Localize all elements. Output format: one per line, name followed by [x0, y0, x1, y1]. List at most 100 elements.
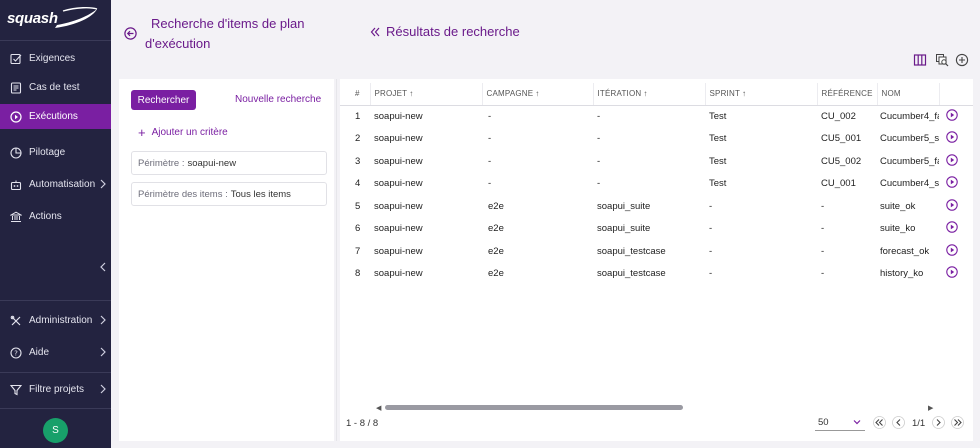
row-action-cell	[939, 263, 973, 286]
play-execution-icon[interactable]	[946, 199, 958, 211]
sidebar: squash Exigences Cas de test Exécutions …	[0, 0, 111, 448]
col-header-campagne[interactable]: CAMPAGNE ↑	[482, 83, 594, 106]
table-row[interactable]: 8 soapui-new e2e soapui_testcase - - history_k…	[340, 263, 973, 286]
sidebar-item-label: Aide	[29, 347, 50, 358]
row-action-cell	[939, 195, 973, 218]
table-cell: soapui_suite	[597, 200, 651, 212]
table-cell: Test	[709, 111, 727, 122]
scroll-right-icon[interactable]: ▶	[928, 404, 933, 412]
criterion-perimetre-items[interactable]: Périmètre des items : Tous les items	[131, 182, 327, 206]
table-cell: Cucumber5_fail	[880, 155, 939, 167]
sidebar-item-pilotage[interactable]: Pilotage	[0, 140, 111, 165]
col-header-label: ITÉRATION	[597, 89, 642, 99]
col-header-reference[interactable]: RÉFÉRENCE	[817, 83, 878, 106]
table-cell: history_ko	[880, 268, 924, 280]
sort-arrow-icon: ↑	[643, 89, 648, 99]
table-cell: -	[488, 178, 492, 190]
search-button[interactable]: Rechercher	[131, 90, 196, 110]
table-cell: soapui_suite	[597, 223, 651, 235]
table-cell: soapui-new	[374, 111, 423, 122]
play-execution-icon[interactable]	[946, 131, 958, 143]
play-circle-icon	[10, 110, 22, 123]
play-execution-icon[interactable]	[946, 244, 958, 256]
next-page-icon[interactable]	[932, 416, 945, 429]
sidebar-item-automatisation[interactable]: Automatisation	[0, 172, 111, 197]
sidebar-item-administration[interactable]: Administration	[0, 308, 111, 333]
col-header-label: PROJET	[374, 89, 408, 99]
new-search-link[interactable]: Nouvelle recherche	[235, 94, 321, 105]
table-row[interactable]: 2 soapui-new - - Test CU5_001 Cucumber5_succ	[340, 128, 973, 151]
table-cell: -	[488, 155, 492, 167]
scroll-left-icon[interactable]: ◀	[376, 404, 381, 412]
table-row[interactable]: 6 soapui-new e2e soapui_suite - - suite_ko	[340, 218, 973, 241]
sidebar-item-exigences[interactable]: Exigences	[0, 46, 111, 71]
double-chevron-left-icon[interactable]	[370, 27, 380, 37]
play-execution-icon[interactable]	[946, 266, 958, 278]
sidebar-divider	[0, 408, 111, 409]
table-cell: -	[597, 178, 601, 190]
table-cell: CU5_001	[821, 133, 862, 145]
add-criterion-link[interactable]: + Ajouter un critère	[138, 124, 228, 140]
page-title-line2: d'exécution	[145, 36, 211, 51]
table-row[interactable]: 5 soapui-new e2e soapui_suite - - suite_ok	[340, 195, 973, 218]
sidebar-item-executions[interactable]: Exécutions	[0, 104, 111, 129]
sidebar-item-cas-de-test[interactable]: Cas de test	[0, 75, 111, 100]
play-execution-icon[interactable]	[946, 176, 958, 188]
col-header-label: CAMPAGNE	[486, 89, 534, 99]
table-cell: 8	[355, 268, 361, 280]
criterion-value: Tous les items	[230, 188, 291, 200]
play-execution-icon[interactable]	[946, 109, 958, 121]
table-cell: Cucumber4_succ	[880, 178, 939, 190]
logo-text: squash	[7, 10, 58, 27]
sidebar-item-actions[interactable]: Actions	[0, 204, 111, 229]
criterion-perimetre[interactable]: Périmètre : soapui-new	[131, 151, 327, 175]
col-header-label: NOM	[881, 89, 901, 99]
squash-logo[interactable]: squash	[7, 5, 103, 35]
table-row[interactable]: 3 soapui-new - - Test CU5_002 Cucumber5_fail	[340, 150, 973, 173]
table-cell: soapui-new	[374, 133, 423, 145]
prev-page-icon[interactable]	[892, 416, 905, 429]
criterion-value: soapui-new	[187, 157, 237, 169]
page-title-line1: Recherche d'items de plan	[151, 16, 305, 31]
table-row[interactable]: 4 soapui-new - - Test CU_001 Cucumber4_succ	[340, 173, 973, 196]
back-arrow-icon[interactable]	[124, 27, 137, 40]
table-cell: -	[821, 223, 825, 235]
plus-icon: +	[138, 124, 146, 140]
col-header-iteration[interactable]: ITÉRATION ↑	[593, 83, 706, 106]
user-avatar[interactable]: S	[43, 418, 68, 443]
row-action-cell	[939, 173, 973, 196]
last-page-icon[interactable]	[951, 416, 964, 429]
first-page-icon[interactable]	[873, 416, 886, 429]
table-cell: Test	[709, 155, 727, 167]
table-cell: e2e	[488, 268, 504, 280]
play-execution-icon[interactable]	[946, 221, 958, 233]
sidebar-item-label: Pilotage	[29, 147, 66, 158]
col-header-sprint[interactable]: SPRINT ↑	[705, 83, 818, 106]
search-copy-icon[interactable]	[935, 53, 949, 67]
sidebar-item-aide[interactable]: ? Aide	[0, 340, 111, 365]
table-cell: 6	[355, 223, 361, 235]
table-cell: soapui-new	[374, 178, 423, 190]
results-count: 1 - 8 / 8	[346, 418, 379, 429]
table-cell: CU_001	[821, 178, 856, 190]
col-header-actions	[939, 83, 973, 106]
sidebar-item-filtre-projets[interactable]: Filtre projets	[0, 377, 111, 402]
table-cell: -	[709, 245, 713, 257]
play-execution-icon[interactable]	[946, 154, 958, 166]
page-size-select[interactable]: 50	[815, 415, 865, 431]
table-cell: Cucumber4_fail	[880, 111, 939, 122]
horizontal-scrollbar-thumb[interactable]	[385, 405, 683, 410]
columns-icon[interactable]	[913, 53, 927, 67]
table-row[interactable]: 7 soapui-new e2e soapui_testcase - - forecast_…	[340, 240, 973, 263]
table-header-row: # PROJET ↑ CAMPAGNE ↑ ITÉRATION ↑ SPRINT ↑ R…	[340, 83, 973, 106]
col-header-label: SPRINT	[709, 89, 741, 99]
col-header-nom[interactable]: NOM	[877, 83, 940, 106]
sidebar-divider	[0, 300, 111, 301]
add-circle-icon[interactable]	[955, 53, 969, 67]
sort-arrow-icon: ↑	[742, 89, 747, 99]
chevron-right-icon	[100, 347, 106, 357]
col-header-projet[interactable]: PROJET ↑	[370, 83, 483, 106]
table-cell: CU5_002	[821, 155, 862, 167]
table-row[interactable]: 1 soapui-new - - Test CU_002 Cucumber4_fail	[340, 105, 973, 128]
collapse-sidebar-icon[interactable]	[99, 262, 107, 272]
